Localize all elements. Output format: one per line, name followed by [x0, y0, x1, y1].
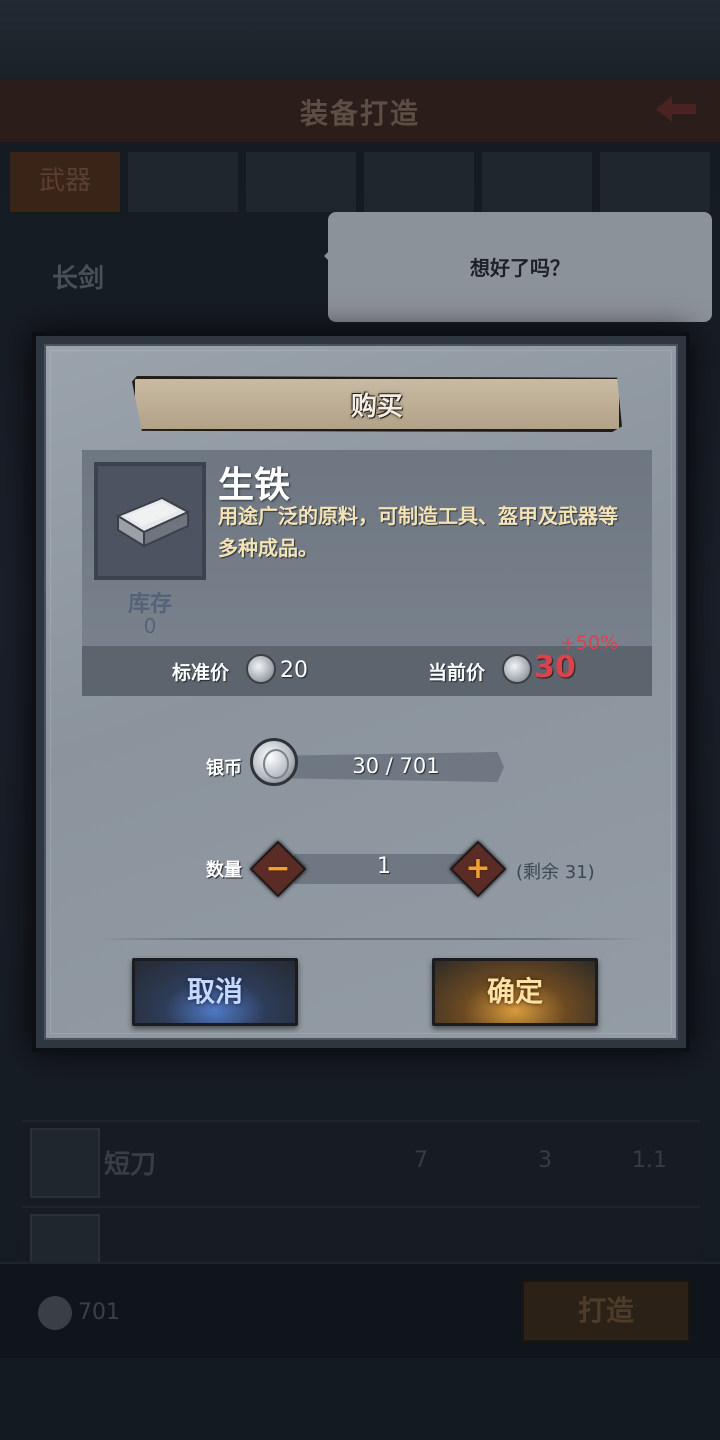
background-coin-count: 701	[78, 1300, 120, 1325]
remaining-count: (剩余 31)	[516, 862, 595, 883]
dagger-icon	[30, 1128, 100, 1198]
quantity-value: 1	[377, 854, 391, 879]
tab-6[interactable]	[598, 150, 712, 214]
current-price-label: 当前价	[428, 662, 486, 684]
standard-price-value: 20	[280, 658, 308, 683]
list-item[interactable]	[22, 1206, 700, 1264]
list-item-name: 短刀	[104, 1150, 157, 1180]
item-slot	[94, 462, 206, 580]
tab-3[interactable]	[244, 150, 358, 214]
silver-coin-icon	[246, 654, 276, 684]
list-item-value: 7	[414, 1148, 428, 1173]
background-item-title: 长剑	[52, 264, 105, 294]
item-description: 用途广泛的原料，可制造工具、盔甲及武器等多种成品。	[218, 504, 618, 560]
minus-icon: −	[265, 851, 291, 886]
item-icon	[30, 1214, 100, 1264]
divider	[94, 938, 644, 940]
list-item[interactable]: 短刀 7 3 1.1	[22, 1120, 700, 1202]
current-price-value: 30	[534, 650, 576, 685]
cancel-button[interactable]: 取消	[132, 958, 298, 1026]
tab-2[interactable]	[126, 150, 240, 214]
stock-value: 0	[143, 614, 157, 638]
silver-coin-icon	[38, 1296, 72, 1330]
list-item-value: 3	[538, 1148, 552, 1173]
dialog-title: 购买	[350, 392, 403, 422]
background-tab-bar: 武器	[8, 150, 712, 214]
iron-ingot-icon	[115, 496, 191, 548]
silver-coin-icon	[502, 654, 532, 684]
confirm-button[interactable]: 确定	[432, 958, 598, 1026]
tab-weapon[interactable]: 武器	[8, 150, 122, 214]
silver-balance: 30 / 701	[352, 754, 440, 778]
speech-bubble-text: 想好了吗？	[470, 256, 570, 280]
plus-icon: +	[465, 851, 491, 886]
forge-button[interactable]: 打造	[522, 1280, 690, 1342]
quantity-label: 数量	[206, 860, 242, 881]
silver-coin-icon	[250, 738, 298, 786]
silver-label: 银币	[206, 758, 242, 779]
standard-price-label: 标准价	[172, 662, 230, 684]
background-screen-title: 装备打造	[299, 97, 420, 130]
purchase-dialog-panel: 购买 库存 0 生铁 用途广泛的原料，可制造工具、盔甲及武器等多种成品。 标准价…	[44, 344, 678, 1040]
back-arrow-icon[interactable]	[652, 92, 700, 126]
list-item-value: 1.1	[632, 1148, 667, 1173]
tab-4[interactable]	[362, 150, 476, 214]
tab-5[interactable]	[480, 150, 594, 214]
purchase-dialog: 购买 库存 0 生铁 用途广泛的原料，可制造工具、盔甲及武器等多种成品。 标准价…	[32, 332, 690, 1052]
